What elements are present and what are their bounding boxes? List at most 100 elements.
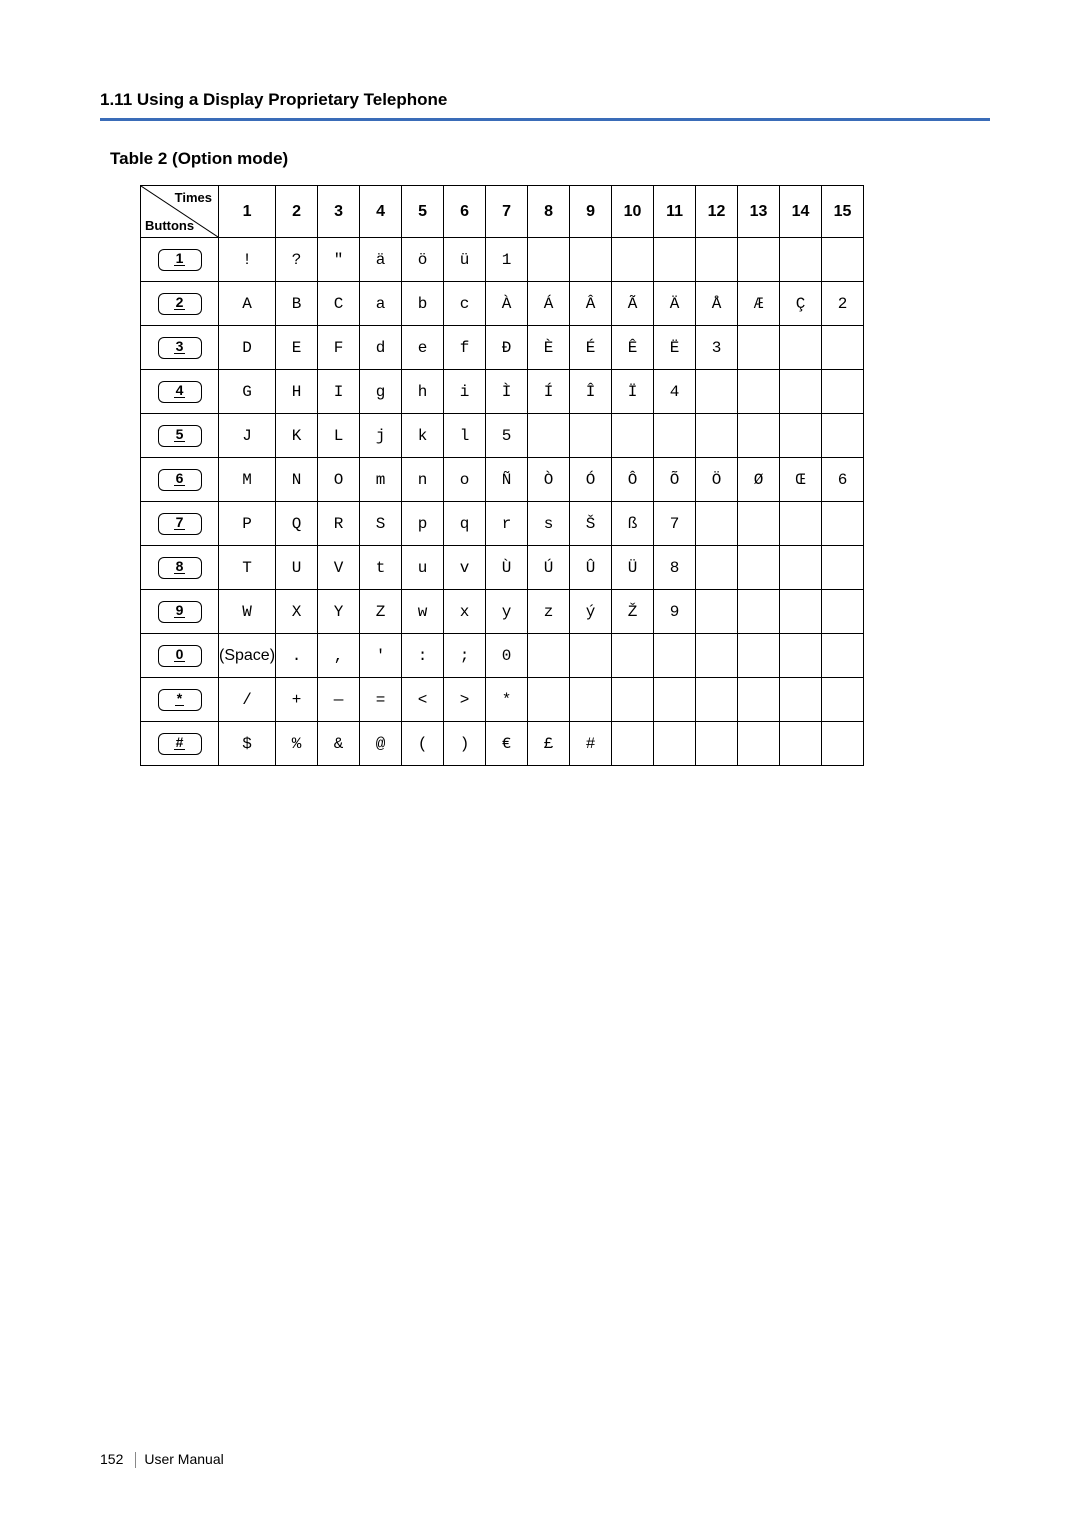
- char-cell: Ñ: [486, 458, 528, 502]
- button-cell: 8: [141, 546, 219, 590]
- char-cell: Ž: [612, 590, 654, 634]
- char-cell: e: [402, 326, 444, 370]
- char-cell: u: [402, 546, 444, 590]
- table-row: 5JKLjkl5: [141, 414, 864, 458]
- keypad-button-label: 6: [174, 471, 186, 486]
- char-cell: r: [486, 502, 528, 546]
- char-cell: [696, 370, 738, 414]
- char-cell: [822, 414, 864, 458]
- char-cell: g: [360, 370, 402, 414]
- char-cell: a: [360, 282, 402, 326]
- char-cell: G: [219, 370, 276, 414]
- char-cell: Z: [360, 590, 402, 634]
- char-cell: Ù: [486, 546, 528, 590]
- char-cell: 3: [696, 326, 738, 370]
- table-row: 6MNOmnoÑÒÓÔÕÖØŒ6: [141, 458, 864, 502]
- table-row: 7PQRSpqrsŠß7: [141, 502, 864, 546]
- keypad-button-label: 9: [174, 603, 186, 618]
- keypad-button-label: 8: [174, 559, 186, 574]
- corner-cell: Times Buttons: [141, 186, 219, 238]
- char-cell: [528, 634, 570, 678]
- char-cell: +: [276, 678, 318, 722]
- page-footer: 152User Manual: [100, 1451, 224, 1468]
- char-cell: ý: [570, 590, 612, 634]
- char-cell: [696, 634, 738, 678]
- char-cell: E: [276, 326, 318, 370]
- col-header: 3: [318, 186, 360, 238]
- char-cell: Ô: [612, 458, 654, 502]
- char-cell: Y: [318, 590, 360, 634]
- char-cell: [738, 414, 780, 458]
- char-cell: Û: [570, 546, 612, 590]
- char-cell: y: [486, 590, 528, 634]
- char-cell: I: [318, 370, 360, 414]
- keypad-button-icon: *: [158, 689, 202, 711]
- table-row: #$%&@()€£#: [141, 722, 864, 766]
- char-cell: [654, 722, 696, 766]
- keypad-button-label: *: [175, 691, 184, 706]
- footer-divider-icon: [135, 1452, 136, 1468]
- char-cell: :: [402, 634, 444, 678]
- char-cell: [696, 546, 738, 590]
- char-cell: [822, 502, 864, 546]
- char-cell: P: [219, 502, 276, 546]
- char-cell: [738, 546, 780, 590]
- section-header: 1.11 Using a Display Proprietary Telepho…: [100, 90, 990, 121]
- char-cell: *: [486, 678, 528, 722]
- char-cell: h: [402, 370, 444, 414]
- char-cell: [780, 722, 822, 766]
- char-cell: c: [444, 282, 486, 326]
- char-cell: R: [318, 502, 360, 546]
- col-header: 5: [402, 186, 444, 238]
- char-cell: Í: [528, 370, 570, 414]
- char-cell: T: [219, 546, 276, 590]
- char-cell: [780, 634, 822, 678]
- keypad-button-icon: 9: [158, 601, 202, 623]
- table-row: */+—=<>*: [141, 678, 864, 722]
- char-cell: (Space): [219, 634, 276, 678]
- char-cell: V: [318, 546, 360, 590]
- char-cell: o: [444, 458, 486, 502]
- char-cell: ;: [444, 634, 486, 678]
- col-header: 2: [276, 186, 318, 238]
- char-cell: [822, 546, 864, 590]
- keypad-button-icon: 1: [158, 249, 202, 271]
- char-cell: K: [276, 414, 318, 458]
- char-cell: [780, 546, 822, 590]
- char-cell: N: [276, 458, 318, 502]
- char-cell: k: [402, 414, 444, 458]
- col-header: 12: [696, 186, 738, 238]
- col-header: 1: [219, 186, 276, 238]
- char-cell: (: [402, 722, 444, 766]
- keypad-button-label: #: [174, 735, 186, 750]
- keypad-button-label: 3: [174, 339, 186, 354]
- char-cell: [738, 238, 780, 282]
- char-cell: <: [402, 678, 444, 722]
- char-cell: [822, 722, 864, 766]
- table-row: 0(Space).,':;0: [141, 634, 864, 678]
- char-cell: l: [444, 414, 486, 458]
- char-cell: ": [318, 238, 360, 282]
- char-cell: #: [570, 722, 612, 766]
- keypad-button-icon: 2: [158, 293, 202, 315]
- keypad-button-icon: 3: [158, 337, 202, 359]
- char-cell: Â: [570, 282, 612, 326]
- char-cell: Ò: [528, 458, 570, 502]
- char-cell: m: [360, 458, 402, 502]
- corner-bottom-label: Buttons: [145, 218, 194, 233]
- char-cell: Ì: [486, 370, 528, 414]
- keypad-button-icon: 5: [158, 425, 202, 447]
- char-cell: Ú: [528, 546, 570, 590]
- char-cell: Ã: [612, 282, 654, 326]
- char-cell: [654, 678, 696, 722]
- keypad-button-icon: 4: [158, 381, 202, 403]
- table-header-row: Times Buttons 123456789101112131415: [141, 186, 864, 238]
- char-cell: t: [360, 546, 402, 590]
- char-cell: /: [219, 678, 276, 722]
- col-header: 9: [570, 186, 612, 238]
- keypad-button-label: 2: [174, 295, 186, 310]
- char-cell: F: [318, 326, 360, 370]
- table-caption: Table 2 (Option mode): [110, 149, 990, 169]
- char-cell: Š: [570, 502, 612, 546]
- char-cell: [822, 678, 864, 722]
